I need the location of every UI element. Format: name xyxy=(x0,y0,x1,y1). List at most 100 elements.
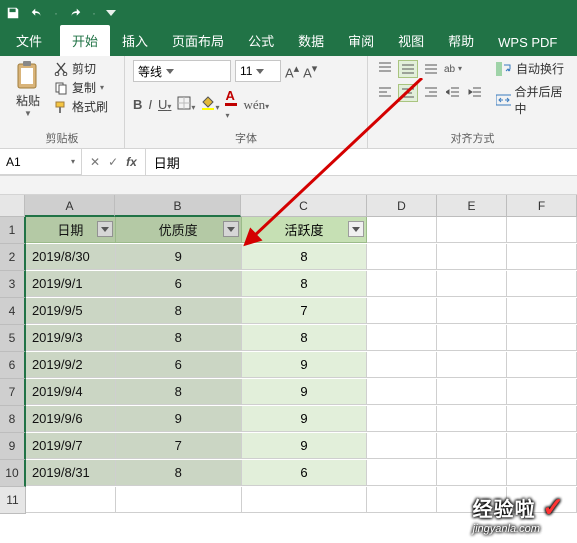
wrap-text-button[interactable]: 自动换行 xyxy=(496,60,569,77)
cell-date[interactable]: 2019/9/3 xyxy=(26,325,116,351)
redo-icon[interactable] xyxy=(68,6,82,20)
cell-activity[interactable]: 9 xyxy=(242,406,368,432)
cell[interactable] xyxy=(367,487,437,513)
name-box[interactable]: A1 ▾ xyxy=(0,149,82,175)
cell-quality[interactable]: 9 xyxy=(116,406,242,432)
increase-font-button[interactable]: A▴ xyxy=(285,62,299,80)
font-name-combo[interactable]: 等线 xyxy=(133,60,231,82)
cell[interactable] xyxy=(367,298,437,324)
cell-quality[interactable]: 8 xyxy=(116,460,242,486)
font-size-combo[interactable]: 11 xyxy=(235,60,281,82)
cell[interactable] xyxy=(116,487,242,513)
cell[interactable] xyxy=(437,298,507,324)
tab-view[interactable]: 视图 xyxy=(386,25,436,56)
cell-date[interactable]: 2019/9/4 xyxy=(26,379,116,405)
col-header-B[interactable]: B xyxy=(115,195,241,217)
col-header-A[interactable]: A xyxy=(25,195,115,217)
save-icon[interactable] xyxy=(6,6,20,20)
cell-quality[interactable]: 8 xyxy=(116,379,242,405)
fill-color-button[interactable]: ▾ xyxy=(201,96,219,113)
row-header[interactable]: 9 xyxy=(0,433,26,460)
align-top-button[interactable] xyxy=(376,60,394,76)
cell[interactable] xyxy=(367,460,437,486)
cell[interactable] xyxy=(507,433,577,459)
undo-icon[interactable] xyxy=(30,6,44,20)
cancel-icon[interactable]: ✕ xyxy=(90,155,100,169)
tab-page-layout[interactable]: 页面布局 xyxy=(160,25,236,56)
cell[interactable] xyxy=(367,379,437,405)
cell[interactable] xyxy=(437,406,507,432)
col-header-C[interactable]: C xyxy=(241,195,367,217)
cell[interactable] xyxy=(367,352,437,378)
filter-button[interactable] xyxy=(97,221,113,237)
cell-date[interactable]: 2019/9/5 xyxy=(26,298,116,324)
cell-quality[interactable]: 6 xyxy=(116,271,242,297)
phonetic-button[interactable]: wén▾ xyxy=(243,97,269,113)
cell[interactable] xyxy=(367,217,437,243)
cell-activity[interactable]: 6 xyxy=(242,460,368,486)
row-header[interactable]: 5 xyxy=(0,325,26,352)
tab-data[interactable]: 数据 xyxy=(286,25,336,56)
row-header[interactable]: 4 xyxy=(0,298,26,325)
align-right-button[interactable] xyxy=(422,84,440,100)
align-bottom-button[interactable] xyxy=(422,60,440,76)
cell[interactable] xyxy=(507,325,577,351)
tab-insert[interactable]: 插入 xyxy=(110,25,160,56)
cell-quality[interactable]: 7 xyxy=(116,433,242,459)
fx-icon[interactable]: fx xyxy=(126,155,137,169)
cell[interactable] xyxy=(437,217,507,243)
row-header[interactable]: 10 xyxy=(0,460,26,487)
row-header[interactable]: 8 xyxy=(0,406,26,433)
select-all-corner[interactable] xyxy=(0,195,25,217)
row-header[interactable]: 7 xyxy=(0,379,26,406)
row-header[interactable]: 1 xyxy=(0,217,26,244)
cell-activity[interactable]: 8 xyxy=(242,271,368,297)
cell[interactable] xyxy=(437,271,507,297)
row-header[interactable]: 3 xyxy=(0,271,26,298)
tab-home[interactable]: 开始 xyxy=(60,25,110,56)
row-header[interactable]: 11 xyxy=(0,487,26,514)
bold-button[interactable]: B xyxy=(133,97,142,112)
copy-button[interactable]: 复制 ▾ xyxy=(54,79,108,96)
row-header[interactable]: 6 xyxy=(0,352,26,379)
cell[interactable] xyxy=(437,460,507,486)
cell-date[interactable]: 2019/8/30 xyxy=(26,244,116,270)
formula-input[interactable]: 日期 xyxy=(145,149,577,175)
align-middle-button[interactable] xyxy=(398,60,418,78)
col-header-E[interactable]: E xyxy=(437,195,507,217)
col-header-D[interactable]: D xyxy=(367,195,437,217)
cell[interactable] xyxy=(437,244,507,270)
cell[interactable] xyxy=(507,379,577,405)
filter-button[interactable] xyxy=(223,221,239,237)
enter-icon[interactable]: ✓ xyxy=(108,155,118,169)
cell-date[interactable]: 2019/9/2 xyxy=(26,352,116,378)
cell-header-date[interactable]: 日期 xyxy=(26,217,116,243)
cell-quality[interactable]: 8 xyxy=(116,298,242,324)
cell[interactable] xyxy=(26,487,116,513)
merge-center-button[interactable]: 合并后居中 xyxy=(496,83,569,117)
cell-date[interactable]: 2019/8/31 xyxy=(26,460,116,486)
qat-customize-icon[interactable] xyxy=(106,6,120,20)
cell[interactable] xyxy=(507,217,577,243)
cut-button[interactable]: 剪切 xyxy=(54,60,108,77)
align-left-button[interactable] xyxy=(376,84,394,100)
cell[interactable] xyxy=(367,433,437,459)
cell-date[interactable]: 2019/9/7 xyxy=(26,433,116,459)
cell[interactable] xyxy=(507,406,577,432)
format-painter-button[interactable]: 格式刷 xyxy=(54,98,108,115)
cell-activity[interactable]: 9 xyxy=(242,433,368,459)
cell-activity[interactable]: 8 xyxy=(242,325,368,351)
align-center-button[interactable] xyxy=(398,84,418,102)
tab-review[interactable]: 审阅 xyxy=(336,25,386,56)
cell[interactable] xyxy=(367,244,437,270)
cell-activity[interactable]: 9 xyxy=(242,352,368,378)
cell-header-quality[interactable]: 优质度 xyxy=(116,217,242,243)
underline-button[interactable]: U▾ xyxy=(158,97,171,112)
cell[interactable] xyxy=(242,487,368,513)
cell[interactable] xyxy=(507,244,577,270)
cell[interactable] xyxy=(507,352,577,378)
tab-wps-pdf[interactable]: WPS PDF xyxy=(486,29,569,56)
cell[interactable] xyxy=(367,325,437,351)
font-color-button[interactable]: A ▾ xyxy=(225,88,237,121)
col-header-F[interactable]: F xyxy=(507,195,577,217)
